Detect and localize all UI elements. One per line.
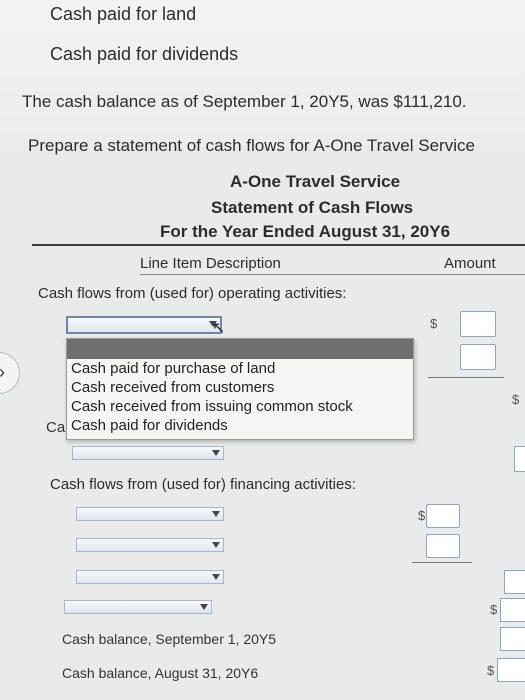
operating-activities-heading: Cash flows from (used for) operating act… (38, 285, 347, 302)
dropdown-menu-header (67, 339, 413, 359)
chevron-right-icon: › (0, 362, 5, 383)
cash-balance-start-input[interactable] (500, 627, 525, 651)
line-item-dropdown-menu[interactable]: Cash paid for purchase of land Cash rece… (66, 338, 414, 440)
operating-line-3-select[interactable] (72, 446, 224, 460)
operating-line-1-select[interactable] (66, 316, 222, 334)
financing-line-2-select[interactable] (76, 538, 224, 552)
financing-line-1-select[interactable] (76, 507, 224, 521)
option-cash-paid-for-purchase-of-land[interactable]: Cash paid for purchase of land (67, 359, 413, 378)
company-name: A-One Travel Service (230, 172, 401, 191)
financing-subtotal-rule (412, 562, 472, 563)
operating-amount-1-input[interactable] (460, 311, 496, 337)
dollar-sign: $ (430, 316, 438, 331)
left-nav-button[interactable]: › (0, 352, 20, 394)
subheader-rule (140, 274, 525, 275)
financing-amount-2-input[interactable] (426, 534, 460, 558)
dollar-sign: $ (512, 392, 520, 407)
mouse-cursor-icon: ↖ (212, 320, 226, 337)
line-cash-paid-for-dividends: Cash paid for dividends (50, 44, 239, 64)
chevron-down-icon (212, 450, 220, 456)
option-cash-received-from-customers[interactable]: Cash received from customers (67, 378, 413, 397)
dollar-sign: $ (490, 602, 498, 617)
option-cash-paid-for-dividends[interactable]: Cash paid for dividends (67, 416, 413, 435)
chevron-down-icon (212, 511, 220, 517)
operating-subtotal-rule (428, 377, 504, 378)
line-cash-paid-for-land: Cash paid for land (50, 4, 197, 24)
financing-activities-heading: Cash flows from (used for) financing act… (50, 476, 356, 493)
underlying-select-text: Ca (46, 419, 66, 436)
net-financing-amount-input[interactable] (504, 570, 525, 594)
header-rule (32, 244, 525, 246)
financing-amount-1-input[interactable] (426, 504, 460, 528)
cash-balance-end-label: Cash balance, August 31, 20Y6 (62, 665, 259, 681)
statement-title: Statement of Cash Flows (211, 198, 414, 217)
net-change-select[interactable] (64, 600, 212, 614)
financing-line-3-select[interactable] (76, 570, 224, 584)
column-description-header: Line Item Description (140, 255, 281, 272)
cash-balance-end-input[interactable] (497, 658, 525, 682)
cash-balance-start-label: Cash balance, September 1, 20Y5 (62, 631, 277, 647)
dollar-sign: $ (418, 508, 426, 523)
net-change-amount-input[interactable] (500, 598, 525, 622)
statement-period: For the Year Ended August 31, 20Y6 (160, 222, 451, 241)
cash-balance-note: The cash balance as of September 1, 20Y5… (22, 92, 467, 111)
instruction-text: Prepare a statement of cash flows for A-… (28, 136, 475, 155)
chevron-down-icon (212, 542, 220, 548)
column-amount-header: Amount (444, 255, 496, 272)
dollar-sign: $ (487, 663, 495, 678)
operating-amount-2-input[interactable] (460, 344, 496, 370)
option-cash-received-from-issuing-common-stock[interactable]: Cash received from issuing common stock (67, 397, 413, 416)
net-operating-amount-input[interactable] (514, 446, 525, 472)
chevron-down-icon (200, 604, 208, 610)
chevron-down-icon (212, 574, 220, 580)
